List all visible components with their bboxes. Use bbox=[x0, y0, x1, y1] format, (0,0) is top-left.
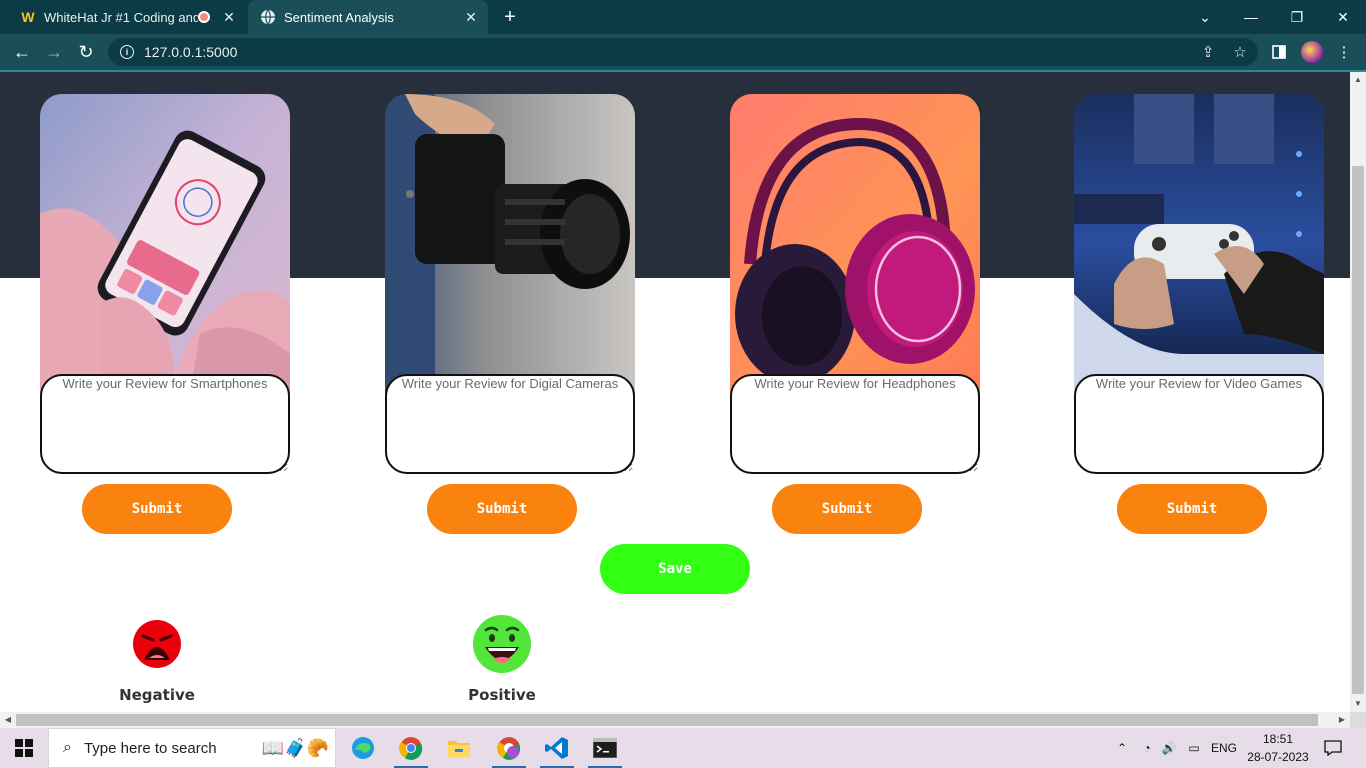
save-button[interactable]: Save bbox=[600, 544, 750, 594]
search-icon: ⌕ bbox=[63, 739, 72, 756]
scroll-down-icon[interactable]: ▼ bbox=[1350, 696, 1366, 712]
scroll-up-icon[interactable]: ▲ bbox=[1350, 72, 1366, 88]
taskbar-clock[interactable]: 18:51 28-07-2023 bbox=[1238, 730, 1318, 766]
close-tab-icon[interactable]: ✕ bbox=[462, 9, 480, 26]
horizontal-scrollbar[interactable]: ◀ ▶ bbox=[0, 712, 1350, 728]
restore-button[interactable]: ❐ bbox=[1274, 0, 1320, 34]
terminal-icon[interactable] bbox=[582, 728, 628, 768]
vscode-icon[interactable] bbox=[534, 728, 580, 768]
submit-button-video-games[interactable]: Submit bbox=[1117, 484, 1267, 534]
browser-tab-bar: W WhiteHat Jr #1 Coding and F ✕ Sentimen… bbox=[0, 0, 1366, 34]
tab-whitehat[interactable]: W WhiteHat Jr #1 Coding and F ✕ bbox=[8, 0, 246, 34]
scrollbar-corner bbox=[1350, 712, 1366, 728]
volume-icon[interactable]: 🔊 bbox=[1159, 728, 1179, 768]
globe-icon bbox=[260, 9, 276, 25]
bookmark-star-icon[interactable]: ☆ bbox=[1230, 38, 1250, 66]
angry-face-icon bbox=[133, 620, 181, 668]
smartphone-photo bbox=[40, 94, 290, 394]
chrome-icon[interactable] bbox=[388, 728, 434, 768]
reload-icon[interactable]: ↻ bbox=[74, 40, 98, 64]
site-info-icon[interactable]: i bbox=[120, 45, 134, 59]
clock-date: 28-07-2023 bbox=[1247, 750, 1309, 764]
side-panel-icon[interactable] bbox=[1267, 40, 1291, 64]
tab-search-chevron-icon[interactable]: ⌄ bbox=[1182, 0, 1228, 34]
language-indicator[interactable]: ENG bbox=[1206, 728, 1242, 768]
vertical-scrollbar[interactable]: ▲ ▼ bbox=[1350, 72, 1366, 712]
product-card-cameras bbox=[385, 94, 635, 474]
file-explorer-icon[interactable] bbox=[436, 728, 482, 768]
scroll-left-icon[interactable]: ◀ bbox=[0, 712, 16, 728]
windows-start-icon[interactable] bbox=[0, 728, 48, 768]
recording-icon bbox=[198, 11, 210, 23]
happy-face-icon bbox=[473, 615, 531, 673]
browser-toolbar: ← → ↻ i 127.0.0.1:5000 ⇪ ☆ ⋮ bbox=[0, 34, 1366, 70]
new-tab-button[interactable]: + bbox=[498, 5, 522, 29]
gamepad-photo bbox=[1074, 94, 1324, 394]
review-input-video-games[interactable] bbox=[1074, 374, 1324, 474]
review-input-smartphones[interactable] bbox=[40, 374, 290, 474]
close-tab-icon[interactable]: ✕ bbox=[220, 9, 238, 26]
address-bar[interactable]: i 127.0.0.1:5000 ⇪ ☆ bbox=[108, 38, 1258, 66]
review-input-cameras[interactable] bbox=[385, 374, 635, 474]
back-arrow-icon[interactable]: ← bbox=[10, 40, 34, 64]
submit-button-cameras[interactable]: Submit bbox=[427, 484, 577, 534]
battery-icon[interactable]: ▭ bbox=[1184, 728, 1204, 768]
review-input-headphones[interactable] bbox=[730, 374, 980, 474]
horizontal-scroll-thumb[interactable] bbox=[16, 714, 1318, 726]
menu-kebab-icon[interactable]: ⋮ bbox=[1332, 40, 1356, 64]
submit-button-headphones[interactable]: Submit bbox=[772, 484, 922, 534]
windows-taskbar: ⌕ Type here to search 📖🧳🥐 ⌃ ◔ 🔊 ▭ ENG 18… bbox=[0, 728, 1366, 768]
product-card-headphones bbox=[730, 94, 980, 474]
minimize-button[interactable]: — bbox=[1228, 0, 1274, 34]
headphones-photo bbox=[730, 94, 980, 394]
vertical-scroll-thumb[interactable] bbox=[1352, 166, 1364, 694]
edge-icon[interactable] bbox=[340, 728, 386, 768]
share-icon[interactable]: ⇪ bbox=[1198, 38, 1218, 66]
camera-photo bbox=[385, 94, 635, 394]
search-placeholder: Type here to search bbox=[83, 739, 217, 757]
network-icon[interactable]: ◔ bbox=[1137, 728, 1157, 768]
search-highlight-icon: 📖🧳🥐 bbox=[261, 737, 329, 758]
show-hidden-icons-chevron-icon[interactable]: ⌃ bbox=[1112, 728, 1132, 768]
tab-title: WhiteHat Jr #1 Coding and F bbox=[44, 9, 198, 25]
page-viewport: Submit Submit bbox=[0, 72, 1350, 712]
tab-title: Sentiment Analysis bbox=[284, 9, 394, 25]
submit-button-smartphones[interactable]: Submit bbox=[82, 484, 232, 534]
positive-label: Positive bbox=[468, 686, 536, 704]
product-card-smartphones bbox=[40, 94, 290, 474]
taskbar-search-box[interactable]: ⌕ Type here to search 📖🧳🥐 bbox=[48, 728, 336, 768]
forward-arrow-icon[interactable]: → bbox=[42, 40, 66, 64]
whitehat-logo-icon: W bbox=[21, 9, 35, 25]
close-window-button[interactable]: ✕ bbox=[1320, 0, 1366, 34]
tab-sentiment-analysis[interactable]: Sentiment Analysis ✕ bbox=[248, 0, 488, 34]
negative-label: Negative bbox=[119, 686, 195, 704]
notification-icon[interactable] bbox=[1320, 728, 1346, 768]
scroll-right-icon[interactable]: ▶ bbox=[1334, 712, 1350, 728]
product-card-video-games bbox=[1074, 94, 1324, 474]
profile-avatar[interactable] bbox=[1300, 40, 1324, 64]
clock-time: 18:51 bbox=[1262, 732, 1294, 746]
url-text: 127.0.0.1:5000 bbox=[144, 44, 238, 60]
chrome-profile-icon[interactable] bbox=[486, 728, 532, 768]
